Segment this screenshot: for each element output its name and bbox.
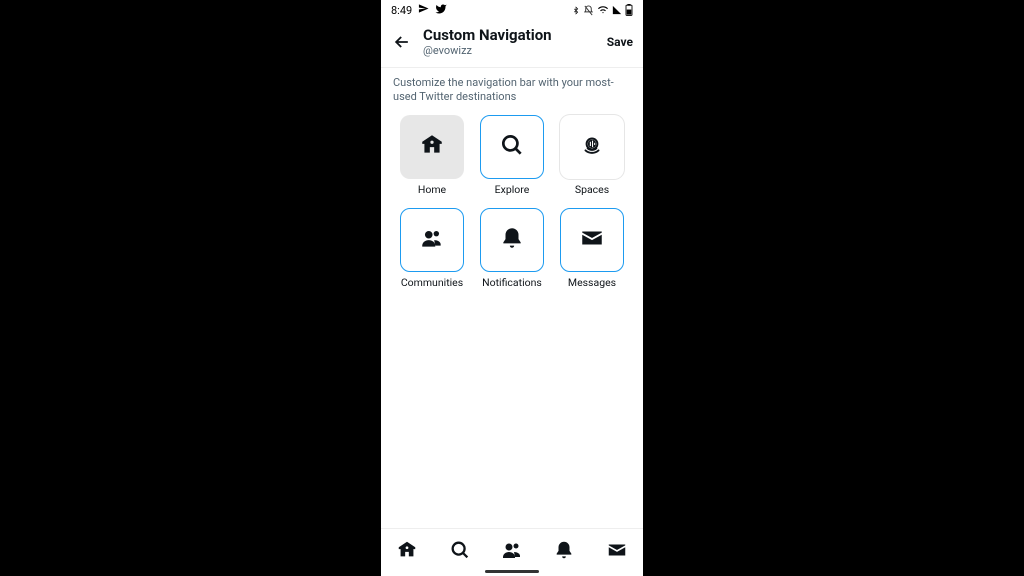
tile-label: Spaces	[575, 183, 609, 196]
status-time: 8:49	[391, 4, 412, 17]
save-button[interactable]: Save	[607, 35, 633, 49]
tile-home[interactable]	[400, 115, 464, 179]
spaces-icon	[579, 132, 605, 162]
tile-label: Explore	[495, 183, 530, 196]
tile-explore[interactable]	[480, 115, 544, 179]
status-bar: 8:49	[381, 0, 643, 20]
signal-icon	[612, 5, 622, 15]
mute-icon	[583, 5, 594, 16]
tile-spaces[interactable]	[560, 115, 624, 179]
page-description: Customize the navigation bar with your m…	[381, 68, 643, 115]
telegram-icon	[418, 3, 429, 17]
page-title: Custom Navigation	[423, 26, 597, 44]
tile-grid: Home Explore Spaces	[381, 115, 643, 289]
page-handle: @evowizz	[423, 44, 597, 57]
home-icon	[419, 132, 445, 162]
tile-label: Notifications	[482, 276, 542, 289]
nav-home[interactable]	[395, 538, 419, 562]
bluetooth-icon	[572, 5, 580, 16]
nav-communities[interactable]	[500, 538, 524, 562]
wifi-icon	[597, 5, 609, 15]
tile-label: Home	[418, 183, 446, 196]
nav-notifications[interactable]	[552, 538, 576, 562]
tile-messages[interactable]	[560, 208, 624, 272]
tile-label: Messages	[568, 276, 616, 289]
nav-search[interactable]	[448, 538, 472, 562]
phone-frame: 8:49	[381, 0, 643, 576]
home-indicator	[485, 570, 539, 573]
communities-icon	[419, 225, 445, 255]
battery-icon	[625, 4, 633, 16]
bell-icon	[499, 225, 525, 255]
app-header: Custom Navigation @evowizz Save	[381, 20, 643, 68]
search-icon	[499, 132, 525, 162]
tile-communities[interactable]	[400, 208, 464, 272]
tile-notifications[interactable]	[480, 208, 544, 272]
envelope-icon	[579, 225, 605, 255]
twitter-icon	[435, 3, 447, 18]
tile-label: Communities	[401, 276, 463, 289]
nav-messages[interactable]	[605, 538, 629, 562]
bottom-nav	[381, 528, 643, 576]
back-button[interactable]	[391, 31, 413, 53]
